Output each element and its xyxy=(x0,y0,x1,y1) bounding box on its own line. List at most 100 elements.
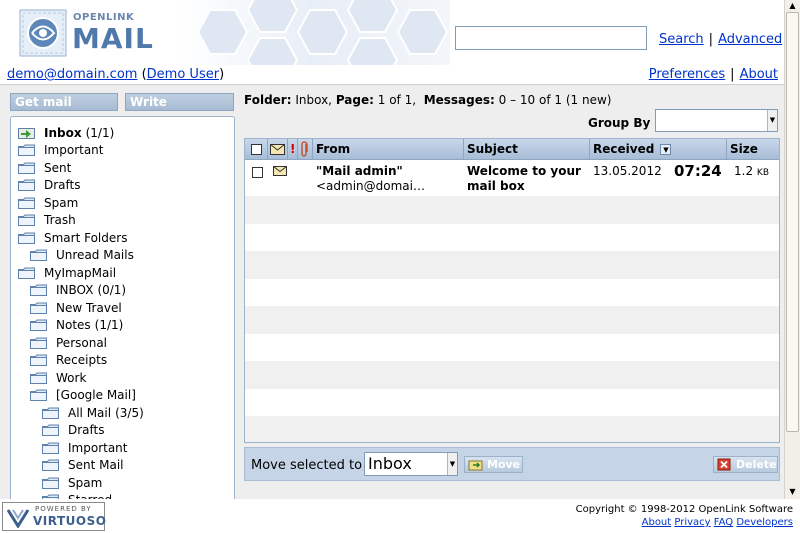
preferences-link[interactable]: Preferences xyxy=(649,67,725,82)
message-size: 1.2 KB xyxy=(734,164,769,181)
folder-item[interactable]: Notes (1/1) xyxy=(30,317,123,334)
folder-item[interactable]: Smart Folders xyxy=(18,229,127,246)
folder-icon xyxy=(30,337,47,349)
user-email-link[interactable]: demo@domain.com xyxy=(7,67,137,82)
footer-developers-link[interactable]: Developers xyxy=(736,517,793,528)
empty-row xyxy=(245,196,779,224)
folder-item[interactable]: Inbox (1/1) xyxy=(18,124,114,141)
folder-label: Inbox xyxy=(44,125,82,140)
folder-label: MyImapMail xyxy=(44,265,117,280)
app-header: OPENLINK MAIL Search | Advanced xyxy=(0,0,784,65)
message-row[interactable]: "Mail admin" <admin@domai… Welcome to yo… xyxy=(245,161,779,196)
message-from: "Mail admin" <admin@domai… xyxy=(316,164,425,194)
vertical-scrollbar[interactable]: ▲ ▼ xyxy=(784,0,800,499)
read-status-column[interactable] xyxy=(268,139,288,160)
folder-item[interactable]: [Google Mail] xyxy=(30,387,136,404)
folder-item[interactable]: Sent Mail xyxy=(42,457,124,474)
folder-label: Smart Folders xyxy=(44,230,128,245)
scrollbar-thumb[interactable] xyxy=(786,12,799,432)
delete-button[interactable]: Delete xyxy=(713,456,778,473)
folder-name: Inbox, xyxy=(295,93,332,107)
folder-item[interactable]: Drafts xyxy=(42,422,105,439)
scroll-up-icon[interactable]: ▲ xyxy=(785,0,800,12)
powered-by-virtuoso-badge[interactable]: POWERED BY VIRTUOSO xyxy=(2,502,107,531)
received-column-header[interactable]: Received ▼ xyxy=(590,139,727,160)
search-links: Search | Advanced xyxy=(659,32,783,47)
folder-label: Trash xyxy=(44,213,76,227)
get-mail-button[interactable]: Get mail xyxy=(10,93,118,111)
group-by-label: Group By xyxy=(588,116,651,130)
empty-row xyxy=(245,389,779,417)
empty-row xyxy=(245,251,779,279)
logo-text-mail: MAIL xyxy=(72,22,154,55)
empty-row xyxy=(245,361,779,389)
received-column-label: Received xyxy=(593,142,655,156)
move-target-select[interactable]: Inbox ▼ xyxy=(364,452,458,476)
advanced-search-link[interactable]: Advanced xyxy=(718,32,782,47)
openlink-mail-logo-icon xyxy=(19,9,67,57)
folder-item[interactable]: New Travel xyxy=(30,299,122,316)
scroll-down-icon[interactable]: ▼ xyxy=(785,486,800,498)
folder-item[interactable]: Spam xyxy=(18,194,78,211)
message-checkbox[interactable] xyxy=(252,167,263,178)
about-link[interactable]: About xyxy=(740,67,778,82)
folder-icon xyxy=(30,319,47,331)
messages-label: Messages: xyxy=(423,93,495,107)
folder-item[interactable]: Starred xyxy=(42,492,112,499)
move-button[interactable]: Move xyxy=(464,456,523,473)
folder-item[interactable]: Personal xyxy=(30,334,107,351)
folder-label: Sent Mail xyxy=(68,458,124,472)
page-value: 1 of 1, xyxy=(377,93,417,107)
envelope-icon xyxy=(270,144,285,155)
folder-item[interactable]: MyImapMail xyxy=(18,264,116,281)
folder-label: Receipts xyxy=(56,353,108,367)
copyright-text: Copyright © 1998-2012 OpenLink Software xyxy=(575,504,793,515)
footer-faq-link[interactable]: FAQ xyxy=(714,517,733,528)
from-column-header[interactable]: From xyxy=(313,139,464,160)
folder-item[interactable]: All Mail (3/5) xyxy=(42,404,144,421)
folder-label: INBOX xyxy=(56,283,94,297)
folder-item[interactable]: Drafts xyxy=(18,177,81,194)
folder-icon xyxy=(30,284,47,296)
hexagon-pattern-decoration xyxy=(196,0,449,65)
folder-icon xyxy=(18,144,35,156)
folder-label: Sent xyxy=(44,160,72,175)
search-link[interactable]: Search xyxy=(659,32,704,47)
folder-item[interactable]: Work xyxy=(30,369,86,386)
sort-descending-icon[interactable]: ▼ xyxy=(660,144,672,155)
user-name-link[interactable]: Demo User xyxy=(147,67,219,82)
folder-icon xyxy=(30,354,47,366)
size-column-header[interactable]: Size xyxy=(727,139,779,160)
unread-envelope-icon xyxy=(273,166,287,176)
dropdown-arrow-icon[interactable]: ▼ xyxy=(767,110,777,131)
subject-column-header[interactable]: Subject xyxy=(464,139,590,160)
folder-item[interactable]: Unread Mails xyxy=(30,247,134,264)
write-button[interactable]: Write xyxy=(125,93,234,111)
dropdown-arrow-icon[interactable]: ▼ xyxy=(447,453,457,475)
folder-item[interactable]: Important xyxy=(42,439,128,456)
folder-item[interactable]: Sent xyxy=(18,159,71,176)
empty-row xyxy=(245,224,779,252)
search-input[interactable] xyxy=(455,26,647,50)
folder-label: Folder: xyxy=(244,93,292,107)
move-toolbar: Move selected to Inbox ▼ Move Delete xyxy=(244,447,780,481)
folder-item[interactable]: Receipts xyxy=(30,352,107,369)
logo-banner: OPENLINK MAIL xyxy=(0,0,450,65)
select-all-checkbox[interactable] xyxy=(251,144,262,155)
priority-icon[interactable]: ! xyxy=(288,139,298,160)
empty-row xyxy=(245,279,779,307)
move-folder-icon xyxy=(468,460,483,471)
virtuoso-text: VIRTUOSO xyxy=(33,514,107,528)
folder-item[interactable]: Spam xyxy=(42,474,102,491)
group-by-select[interactable]: ▼ xyxy=(655,109,778,132)
folder-label: Spam xyxy=(44,195,79,210)
folder-icon xyxy=(18,197,35,209)
folder-item[interactable]: Important xyxy=(18,142,104,159)
message-subject[interactable]: Welcome to your mail box xyxy=(467,164,581,194)
footer-about-link[interactable]: About xyxy=(642,517,672,528)
attachment-column[interactable] xyxy=(298,139,313,160)
folder-item[interactable]: Trash xyxy=(18,212,76,229)
footer-privacy-link[interactable]: Privacy xyxy=(674,517,710,528)
message-list-header: ! From Subject Received ▼ Size xyxy=(245,139,779,160)
folder-item[interactable]: INBOX (0/1) xyxy=(30,282,126,299)
